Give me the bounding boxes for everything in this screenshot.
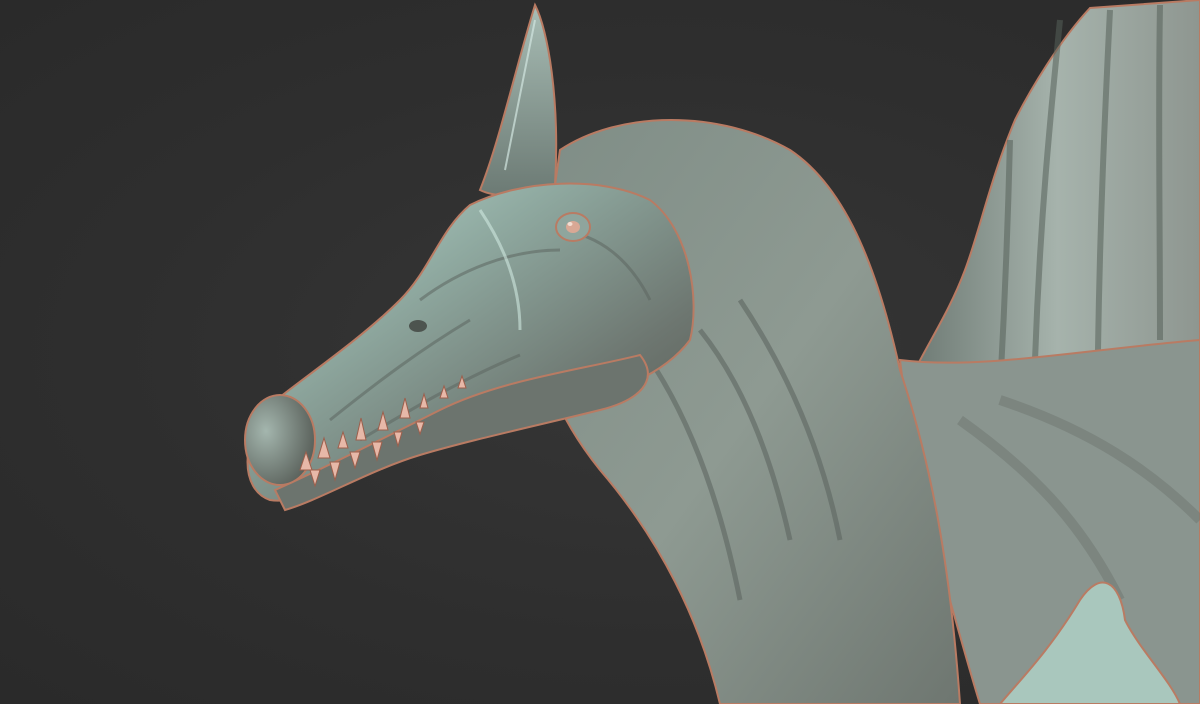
snout-tip <box>244 394 316 486</box>
nostril <box>409 320 427 332</box>
viewport-canvas[interactable] <box>0 0 1200 704</box>
dinosaur-render <box>244 0 1200 704</box>
